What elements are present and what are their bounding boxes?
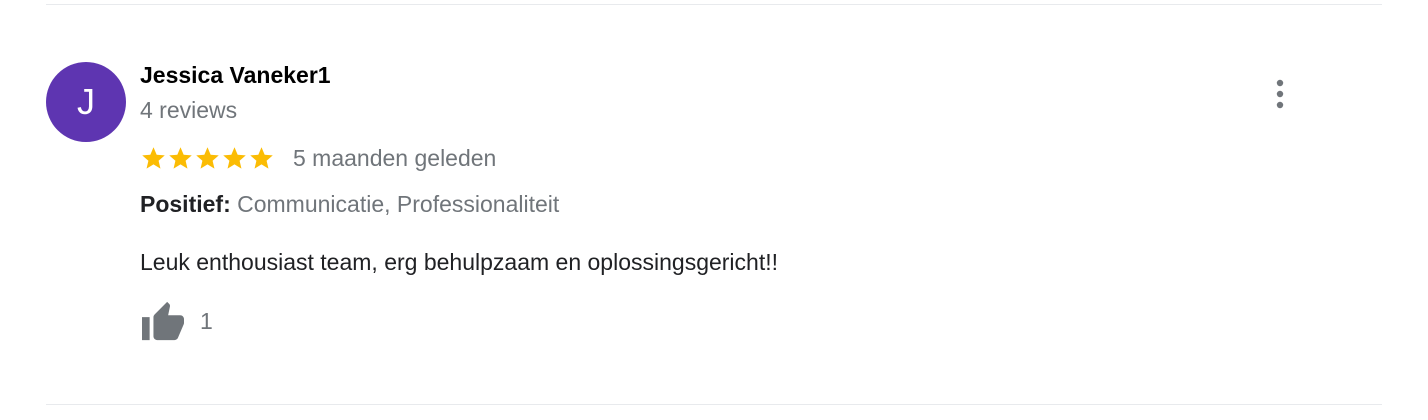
more-vert-icon (1276, 79, 1284, 109)
author-name[interactable]: Jessica Vaneker1 (140, 62, 331, 89)
author-review-count[interactable]: 4 reviews (140, 97, 237, 124)
review-card: J Jessica Vaneker1 4 reviews 5 maanden g… (0, 0, 1428, 420)
rating-row: 5 maanden geleden (140, 142, 496, 174)
review-attributes: Positief: Communicatie, Professionalitei… (140, 191, 559, 218)
avatar-initial: J (77, 81, 95, 122)
attributes-value: Communicatie, Professionaliteit (237, 191, 560, 217)
attributes-label: Positief: (140, 191, 231, 217)
star-icon (223, 146, 246, 169)
star-icon (142, 146, 165, 169)
star-icon (169, 146, 192, 169)
more-options-button[interactable] (1264, 74, 1296, 114)
like-button[interactable]: 1 (140, 300, 213, 342)
star-rating (140, 145, 275, 172)
avatar[interactable]: J (46, 62, 126, 142)
star-icon (196, 146, 219, 169)
thumbs-up-icon (142, 301, 184, 341)
top-divider (46, 4, 1382, 5)
bottom-divider (46, 404, 1382, 405)
like-count: 1 (200, 307, 213, 334)
review-text: Leuk enthousiast team, erg behulpzaam en… (140, 249, 779, 275)
review-time: 5 maanden geleden (293, 144, 497, 171)
star-icon (250, 146, 273, 169)
